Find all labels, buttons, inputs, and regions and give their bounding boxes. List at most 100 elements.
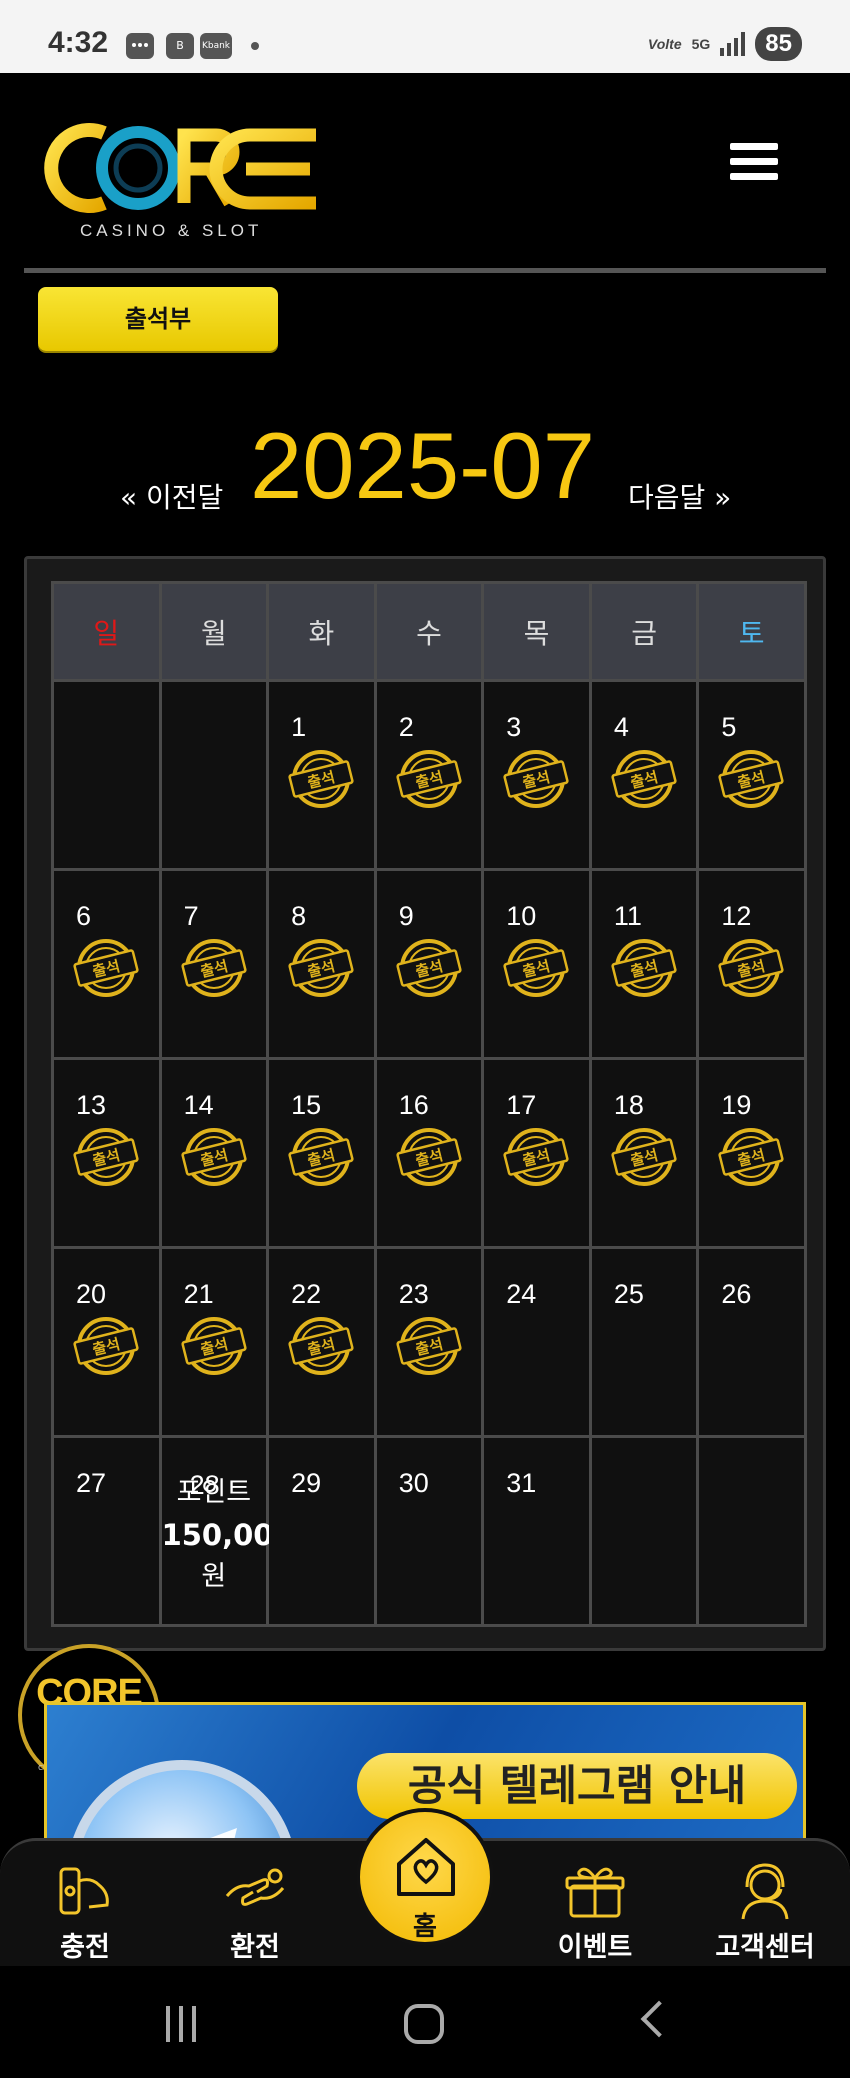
more-notifications-dot <box>251 42 259 50</box>
day-number: 3 <box>506 712 522 742</box>
weekday-thu: 목 <box>481 581 592 682</box>
weekday-sun: 일 <box>51 581 162 682</box>
nav-charge[interactable]: 충전 <box>20 1859 150 1964</box>
attendance-stamp-icon: 출석 <box>285 1126 355 1188</box>
calendar-day-cell[interactable]: 13 출석 <box>51 1057 162 1249</box>
recent-apps-icon[interactable] <box>166 2006 206 2042</box>
logo-subtitle: CASINO & SLOT <box>80 221 263 240</box>
day-number: 31 <box>506 1468 537 1498</box>
attendance-stamp-icon: 출석 <box>608 937 678 999</box>
calendar-day-cell[interactable]: 14 출석 <box>158 1057 270 1249</box>
day-number: 11 <box>613 901 642 931</box>
attendance-stamp-icon: 출석 <box>393 1315 463 1377</box>
nav-exchange-label: 환전 <box>230 1932 280 1963</box>
calendar-day-cell[interactable]: 3 출석 <box>481 679 592 871</box>
day-number: 10 <box>506 901 537 931</box>
day-number: 26 <box>721 1279 752 1309</box>
calendar-week-row: 6 출석 7 출석 8 출석 9 출석 10 출석 11 출석 12 출석 <box>51 868 807 1060</box>
attendance-stamp-icon: 출석 <box>715 748 785 810</box>
day-number: 17 <box>506 1090 537 1120</box>
calendar-week-row: 1 출석 2 출석 3 출석 4 출석 5 출석 <box>51 679 807 871</box>
headset-support-icon <box>700 1859 830 1923</box>
calendar-day-cell[interactable]: 9 출석 <box>373 868 485 1060</box>
calendar-empty-cell <box>588 1435 700 1627</box>
calendar-week-row: 20 출석 21 출석 22 출석 23 출석 24 25 26 <box>51 1246 807 1438</box>
calendar-day-cell[interactable]: 15 출석 <box>266 1057 377 1249</box>
nav-charge-label: 충전 <box>60 1932 110 1963</box>
core-logo[interactable] <box>34 111 324 231</box>
home-heart-icon <box>397 1838 455 1896</box>
attendance-button[interactable]: 출석부 <box>38 287 278 351</box>
hamburger-menu-icon[interactable] <box>730 143 780 187</box>
point-label: 포인트 <box>176 1477 252 1508</box>
next-month-link[interactable]: 다음달 » <box>628 476 731 516</box>
weekday-fri: 금 <box>588 581 700 682</box>
calendar-day-cell[interactable]: 4 출석 <box>588 679 700 871</box>
calendar-day-cell[interactable]: 29 <box>266 1435 377 1627</box>
day-number: 19 <box>721 1090 752 1120</box>
attendance-stamp-icon: 출석 <box>715 937 785 999</box>
prev-month-link[interactable]: « 이전달 <box>120 476 223 516</box>
day-number: 22 <box>291 1279 322 1309</box>
calendar-week-row: 13 출석 14 출석 15 출석 16 출석 17 출석 18 출석 19 출석 <box>51 1057 807 1249</box>
day-number: 8 <box>291 901 307 931</box>
calendar-day-cell[interactable]: 6 출석 <box>51 868 162 1060</box>
calendar-day-cell[interactable]: 10 출석 <box>481 868 592 1060</box>
calendar-empty-cell <box>51 679 162 871</box>
day-number: 30 <box>398 1468 429 1498</box>
calendar-day-cell[interactable]: 5 출석 <box>696 679 807 871</box>
nav-exchange[interactable]: 환전 <box>190 1859 320 1964</box>
point-amount: 150,000 <box>161 1518 294 1552</box>
calendar-day-cell[interactable]: 23 출석 <box>373 1246 485 1438</box>
calendar-day-cell[interactable]: 19 출석 <box>696 1057 807 1249</box>
calendar-day-cell[interactable]: 21 출석 <box>158 1246 270 1438</box>
calendar-day-cell[interactable]: 12 출석 <box>696 868 807 1060</box>
nav-support[interactable]: 고객센터 <box>700 1859 830 1964</box>
attendance-stamp-icon: 출석 <box>715 1126 785 1188</box>
calendar-day-cell[interactable]: 1 출석 <box>266 679 377 871</box>
day-number: 5 <box>721 712 737 742</box>
attendance-stamp-icon: 출석 <box>178 1315 248 1377</box>
calendar-day-cell[interactable]: 18 출석 <box>588 1057 700 1249</box>
calendar-day-cell[interactable]: 26 <box>696 1246 807 1438</box>
calendar-day-cell[interactable]: 17 출석 <box>481 1057 592 1249</box>
day-number: 27 <box>76 1468 107 1498</box>
b-app-notification-icon: B <box>166 33 194 59</box>
calendar-day-cell[interactable]: 25 <box>588 1246 700 1438</box>
calendar-day-cell[interactable]: 31 <box>481 1435 592 1627</box>
attendance-stamp-icon: 출석 <box>178 937 248 999</box>
calendar-day-cell[interactable]: 2 출석 <box>373 679 485 871</box>
attendance-stamp-icon: 출석 <box>608 1126 678 1188</box>
kbank-notification-icon: Kbank <box>200 33 232 59</box>
day-number: 15 <box>291 1090 322 1120</box>
calendar-day-cell[interactable]: 20 출석 <box>51 1246 162 1438</box>
status-bar: 4:32 B Kbank Volte 5G 85 <box>0 0 850 73</box>
calendar-day-cell[interactable]: 22 출석 <box>266 1246 377 1438</box>
calendar-day-cell[interactable]: 11 출석 <box>588 868 700 1060</box>
system-home-icon[interactable] <box>404 2004 444 2044</box>
nav-home-button[interactable]: 홈 <box>356 1808 494 1946</box>
day-number: 4 <box>613 712 629 742</box>
calendar-empty-cell <box>158 679 270 871</box>
calendar-day-cell[interactable]: 24 <box>481 1246 592 1438</box>
system-back-icon[interactable] <box>640 2000 678 2038</box>
calendar-day-cell[interactable]: 30 <box>373 1435 485 1627</box>
calendar-day-cell[interactable]: 16 출석 <box>373 1057 485 1249</box>
calendar-day-cell[interactable]: 27 <box>51 1435 162 1627</box>
day-number: 21 <box>183 1279 214 1309</box>
system-navigation-bar <box>0 1966 850 2078</box>
attendance-stamp-icon: 출석 <box>393 748 463 810</box>
attendance-stamp-icon: 출석 <box>70 937 140 999</box>
calendar-week-row: 27 28 포인트 150,000 원 29 30 31 <box>51 1435 807 1627</box>
calendar-table: 일 월 화 수 목 금 토 1 출석 2 출석 3 출석 4 출석 5 출석 6 출석 7 출석 8 출석 9 출… <box>51 581 807 1627</box>
volte-indicator: Volte <box>647 36 682 52</box>
day-number: 9 <box>398 901 414 931</box>
day-number: 2 <box>398 712 414 742</box>
day-number: 14 <box>183 1090 214 1120</box>
calendar-day-cell[interactable]: 28 포인트 150,000 원 <box>158 1435 294 1627</box>
attendance-calendar: 일 월 화 수 목 금 토 1 출석 2 출석 3 출석 4 출석 5 출석 6 출석 7 출석 8 출석 9 출… <box>24 556 826 1651</box>
nav-event[interactable]: 이벤트 <box>530 1859 660 1964</box>
calendar-day-cell[interactable]: 7 출석 <box>158 868 270 1060</box>
attendance-stamp-icon: 출석 <box>285 937 355 999</box>
calendar-day-cell[interactable]: 8 출석 <box>266 868 377 1060</box>
